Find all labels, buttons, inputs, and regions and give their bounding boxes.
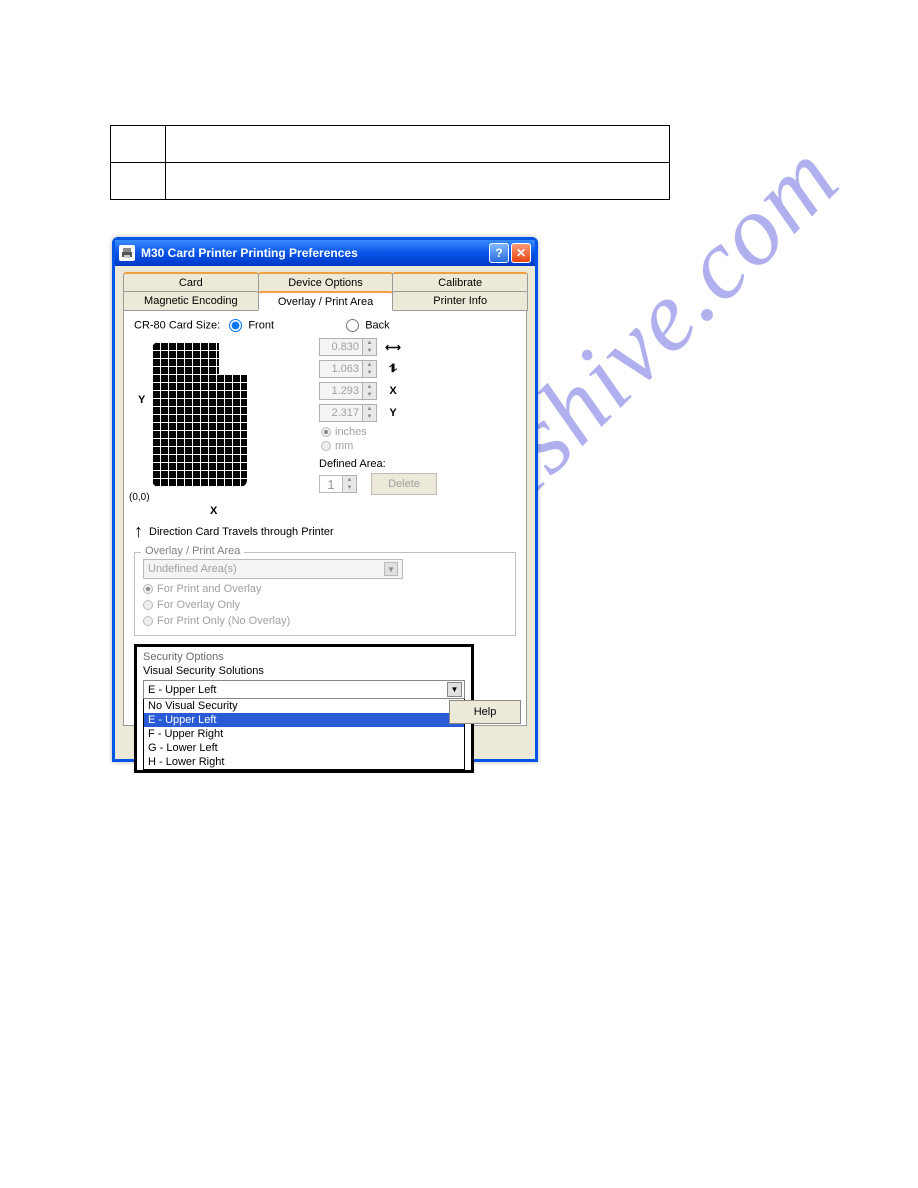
front-radio[interactable] [229, 319, 242, 332]
back-radio[interactable] [346, 319, 359, 332]
tab-card[interactable]: Card [123, 272, 259, 292]
dropdown-icon[interactable]: ▼ [447, 682, 462, 697]
visual-security-select[interactable]: E - Upper Left ▼ [143, 680, 465, 699]
direction-arrow-icon: ↑ [134, 521, 143, 542]
security-options-group: Security Options Visual Security Solutio… [134, 644, 474, 773]
defined-area-input [319, 475, 343, 493]
card-size-row: CR-80 Card Size: Front Back [134, 319, 516, 332]
vss-option-e-upper-left[interactable]: E - Upper Left [144, 713, 464, 727]
tab-panel: CR-80 Card Size: Front Back Y (0,0) X [123, 310, 527, 726]
card-size-label: CR-80 Card Size: [134, 319, 220, 331]
units-group: inches mm [321, 426, 437, 452]
y-offset-input [319, 404, 363, 422]
dropdown-icon: ▼ [384, 562, 398, 576]
vss-option-h-lower-right[interactable]: H - Lower Right [144, 755, 464, 769]
mm-label: mm [335, 440, 353, 452]
vss-option-no-visual[interactable]: No Visual Security [144, 699, 464, 713]
help-button[interactable]: Help [449, 700, 521, 724]
tab-device-options[interactable]: Device Options [258, 272, 394, 292]
dimension-fields: ▲▼ ⟷ ▲▼ ⥮ ▲▼ X ▲▼ [319, 338, 437, 513]
defined-area-spinner: ▲▼ [343, 475, 357, 493]
origin-label: (0,0) [129, 492, 150, 503]
card-preview: Y (0,0) X [134, 338, 269, 513]
x-offset-input [319, 382, 363, 400]
overlay-area-select: Undefined Area(s) ▼ [143, 559, 403, 579]
height-icon: ⥮ [385, 363, 401, 376]
print-only-label: For Print Only (No Overlay) [157, 615, 290, 627]
titlebar-help-button[interactable]: ? [489, 243, 509, 263]
mm-radio [321, 441, 331, 451]
height-input [319, 360, 363, 378]
x-axis-label: X [210, 505, 217, 517]
print-and-overlay-radio [143, 584, 153, 594]
inches-radio [321, 427, 331, 437]
security-legend: Security Options [143, 651, 465, 663]
x-icon: X [385, 385, 401, 397]
tab-overlay-print-area[interactable]: Overlay / Print Area [258, 291, 394, 311]
visual-security-dropdown-list[interactable]: No Visual Security E - Upper Left F - Up… [143, 699, 465, 770]
defined-area-section: Defined Area: ▲▼ Delete [319, 458, 437, 495]
overlay-area-select-value: Undefined Area(s) [148, 563, 237, 575]
print-only-radio [143, 616, 153, 626]
titlebar-close-button[interactable]: ✕ [511, 243, 531, 263]
visual-security-selected: E - Upper Left [148, 684, 216, 696]
y-icon: Y [385, 407, 401, 419]
overlay-only-radio [143, 600, 153, 610]
overlay-group-legend: Overlay / Print Area [141, 545, 244, 557]
tab-printer-info[interactable]: Printer Info [392, 291, 528, 311]
front-label: Front [248, 319, 274, 331]
dialog-title: M30 Card Printer Printing Preferences [141, 246, 487, 260]
height-spinner: ▲▼ [363, 360, 377, 378]
tab-calibrate[interactable]: Calibrate [392, 272, 528, 292]
printer-icon [119, 245, 135, 261]
defined-area-notch [219, 342, 247, 374]
inches-label: inches [335, 426, 367, 438]
vss-option-f-upper-right[interactable]: F - Upper Right [144, 727, 464, 741]
back-label: Back [365, 319, 389, 331]
delete-button: Delete [371, 473, 437, 495]
y-spinner: ▲▼ [363, 404, 377, 422]
overlay-print-area-group: Overlay / Print Area Undefined Area(s) ▼… [134, 552, 516, 636]
tab-magnetic-encoding[interactable]: Magnetic Encoding [123, 291, 259, 311]
preferences-dialog: M30 Card Printer Printing Preferences ? … [112, 237, 538, 762]
defined-area-label: Defined Area: [319, 458, 437, 470]
direction-label: Direction Card Travels through Printer [149, 526, 334, 538]
doc-empty-table [110, 125, 670, 200]
width-spinner: ▲▼ [363, 338, 377, 356]
overlay-only-label: For Overlay Only [157, 599, 240, 611]
width-input [319, 338, 363, 356]
titlebar: M30 Card Printer Printing Preferences ? … [115, 240, 535, 266]
card-grid [152, 342, 247, 487]
width-icon: ⟷ [385, 341, 401, 354]
print-and-overlay-label: For Print and Overlay [157, 583, 262, 595]
vss-option-g-lower-left[interactable]: G - Lower Left [144, 741, 464, 755]
direction-row: ↑ Direction Card Travels through Printer [134, 521, 516, 542]
x-spinner: ▲▼ [363, 382, 377, 400]
y-axis-label: Y [138, 394, 145, 406]
visual-security-label: Visual Security Solutions [143, 665, 465, 677]
